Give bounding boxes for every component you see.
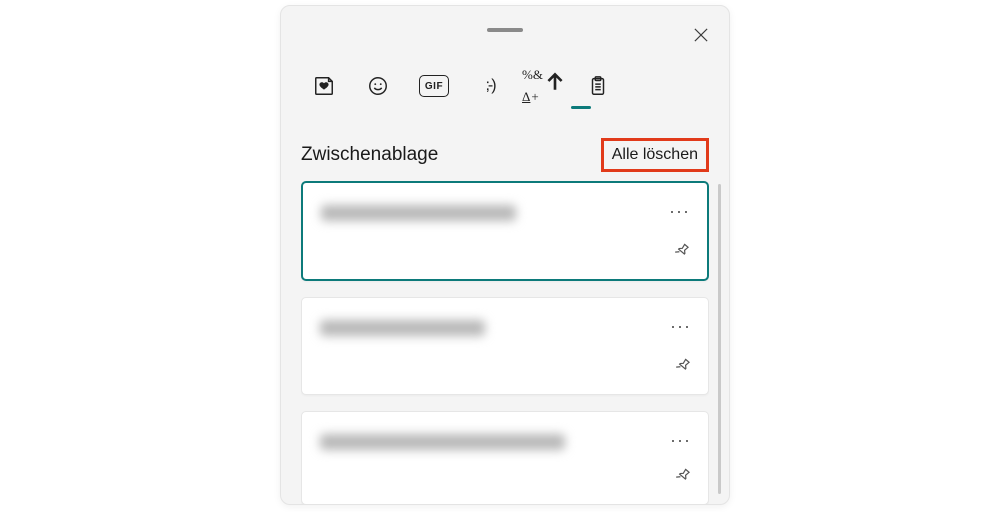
item-more-button[interactable]: ··· xyxy=(670,316,690,337)
smiley-icon xyxy=(367,75,389,97)
clipboard-list: ··· ··· ··· xyxy=(301,181,709,504)
drag-handle[interactable] xyxy=(487,28,523,32)
close-icon xyxy=(694,28,708,42)
category-tabs: GIF ;-) %& Δ+ xyxy=(311,66,611,106)
tab-clipboard[interactable] xyxy=(585,66,611,106)
tab-gif[interactable]: GIF xyxy=(419,75,449,97)
section-header: Zwischenablage Alle löschen xyxy=(301,138,709,172)
section-title: Zwischenablage xyxy=(301,144,438,166)
symbols-icon: %& Δ+ xyxy=(522,70,566,102)
item-pin-button[interactable] xyxy=(674,467,692,490)
tab-emoji[interactable] xyxy=(365,66,391,106)
item-more-button[interactable]: ··· xyxy=(669,201,689,222)
arrow-icon xyxy=(544,70,566,92)
active-tab-indicator xyxy=(571,106,591,109)
scrollbar[interactable] xyxy=(718,184,721,494)
tab-symbols[interactable]: %& Δ+ xyxy=(531,66,557,106)
clear-all-button[interactable]: Alle löschen xyxy=(601,138,709,172)
clipboard-item[interactable]: ··· xyxy=(301,181,709,281)
item-pin-button[interactable] xyxy=(673,242,691,265)
tab-kaomoji[interactable]: ;-) xyxy=(477,66,503,106)
item-more-button[interactable]: ··· xyxy=(670,430,690,451)
pin-icon xyxy=(674,362,692,379)
clipboard-item-content xyxy=(321,205,516,221)
item-pin-button[interactable] xyxy=(674,357,692,380)
clipboard-item[interactable]: ··· xyxy=(301,297,709,395)
sticker-heart-icon xyxy=(313,75,335,97)
clipboard-icon xyxy=(587,75,609,97)
kaomoji-label: ;-) xyxy=(485,77,494,95)
close-button[interactable] xyxy=(687,21,715,49)
tab-recent[interactable] xyxy=(311,66,337,106)
clipboard-item-content xyxy=(320,434,565,450)
emoji-clipboard-panel: GIF ;-) %& Δ+ Zwischenablage Alle lösche… xyxy=(280,5,730,505)
gif-label: GIF xyxy=(425,81,443,92)
clipboard-item[interactable]: ··· xyxy=(301,411,709,504)
pin-icon xyxy=(673,247,691,264)
clipboard-item-content xyxy=(320,320,485,336)
pin-icon xyxy=(674,472,692,489)
